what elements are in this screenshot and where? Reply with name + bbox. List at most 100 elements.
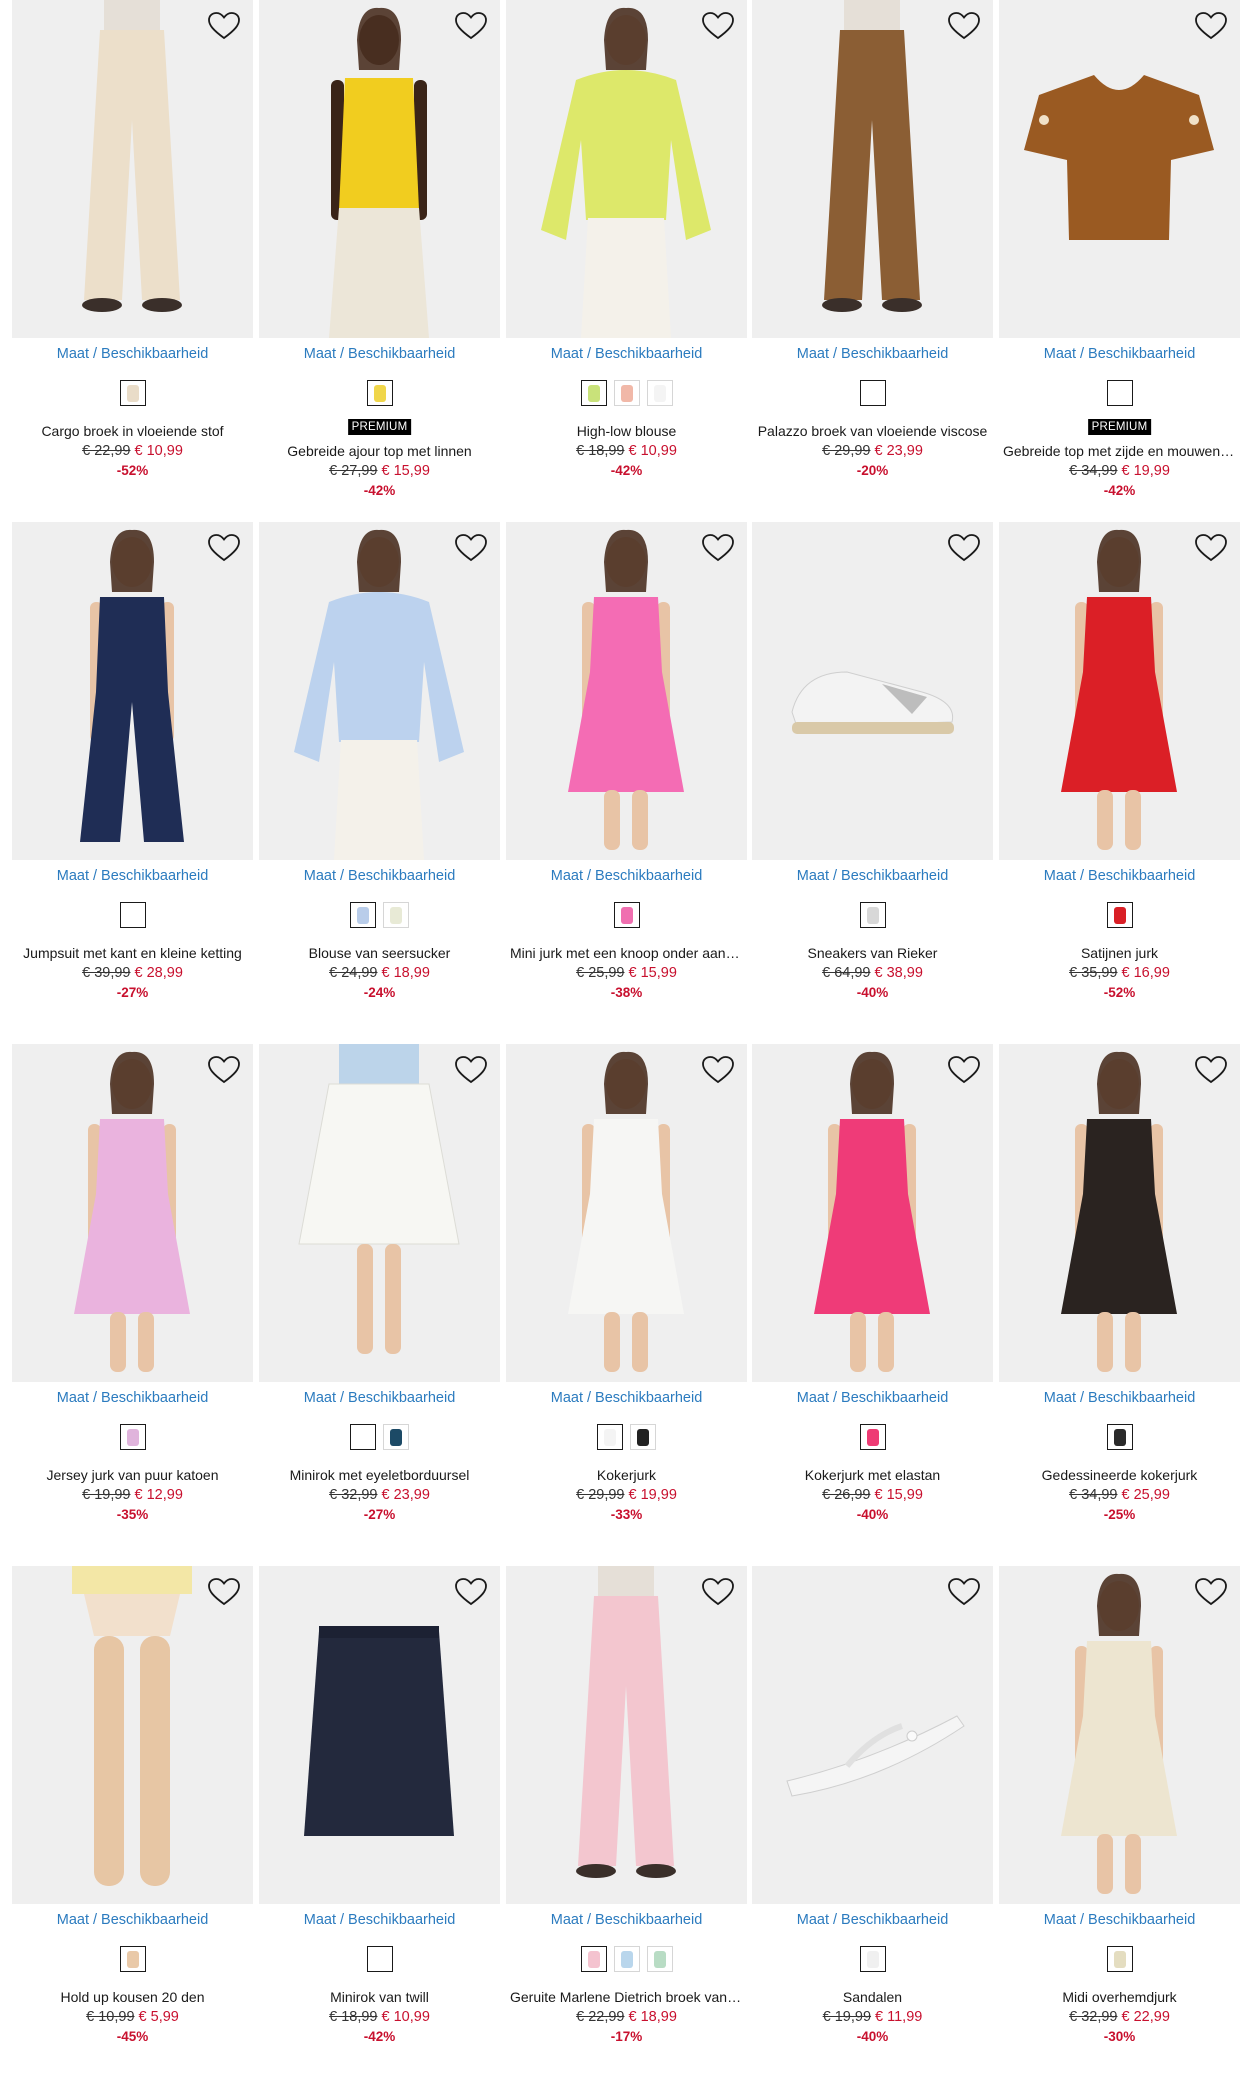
product-card[interactable]: Maat / Beschikbaarheid Jersey jurk van pu… (12, 1044, 253, 1544)
product-image[interactable] (506, 1566, 747, 1904)
product-name[interactable]: Sandalen (756, 1989, 989, 2005)
product-name[interactable]: Hold up kousen 20 den (16, 1989, 249, 2005)
wishlist-heart-icon[interactable] (454, 11, 488, 41)
size-availability-link[interactable]: Maat / Beschikbaarheid (259, 868, 500, 884)
product-image[interactable] (752, 0, 993, 338)
product-card[interactable]: Maat / Beschikbaarheid Cargo broek in vlo… (12, 0, 253, 500)
size-availability-link[interactable]: Maat / Beschikbaarheid (999, 346, 1240, 362)
product-image[interactable] (12, 1044, 253, 1382)
color-swatch[interactable] (859, 902, 886, 928)
product-name[interactable]: Gedessineerde kokerjurk (1003, 1467, 1236, 1483)
color-swatch[interactable] (580, 380, 607, 406)
product-image[interactable] (259, 1566, 500, 1904)
product-name[interactable]: Blouse van seersucker (263, 945, 496, 961)
product-card[interactable]: Maat / Beschikbaarheid PREMIUM Gebreide aj… (259, 0, 500, 500)
product-image[interactable] (999, 1044, 1240, 1382)
size-availability-link[interactable]: Maat / Beschikbaarheid (999, 1390, 1240, 1406)
product-image[interactable] (259, 1044, 500, 1382)
color-swatch[interactable] (859, 1946, 886, 1972)
product-name[interactable]: High-low blouse (510, 423, 743, 439)
color-swatch[interactable] (1106, 902, 1133, 928)
size-availability-link[interactable]: Maat / Beschikbaarheid (506, 868, 747, 884)
wishlist-heart-icon[interactable] (454, 1055, 488, 1085)
size-availability-link[interactable]: Maat / Beschikbaarheid (12, 868, 253, 884)
product-card[interactable]: Maat / Beschikbaarheid Mini jurk met een … (506, 522, 747, 1022)
size-availability-link[interactable]: Maat / Beschikbaarheid (506, 1912, 747, 1928)
wishlist-heart-icon[interactable] (207, 11, 241, 41)
size-availability-link[interactable]: Maat / Beschikbaarheid (259, 1912, 500, 1928)
color-swatch[interactable] (119, 1424, 146, 1450)
product-image[interactable] (752, 1566, 993, 1904)
product-image[interactable] (752, 1044, 993, 1382)
size-availability-link[interactable]: Maat / Beschikbaarheid (752, 868, 993, 884)
wishlist-heart-icon[interactable] (1194, 11, 1228, 41)
color-swatch[interactable] (630, 1424, 656, 1450)
wishlist-heart-icon[interactable] (1194, 1055, 1228, 1085)
product-name[interactable]: Mini jurk met een knoop onder aan de hal… (510, 945, 743, 961)
color-swatch[interactable] (366, 1946, 393, 1972)
wishlist-heart-icon[interactable] (1194, 1577, 1228, 1607)
wishlist-heart-icon[interactable] (701, 11, 735, 41)
product-image[interactable] (12, 522, 253, 860)
wishlist-heart-icon[interactable] (701, 533, 735, 563)
size-availability-link[interactable]: Maat / Beschikbaarheid (752, 346, 993, 362)
color-swatch[interactable] (119, 380, 146, 406)
size-availability-link[interactable]: Maat / Beschikbaarheid (752, 1912, 993, 1928)
product-name[interactable]: Palazzo broek van vloeiende viscose (756, 423, 989, 439)
product-card[interactable]: Maat / Beschikbaarheid Sneakers van Rieke… (752, 522, 993, 1022)
product-card[interactable]: Maat / Beschikbaarheid Midi overhemdjurk €… (999, 1566, 1240, 2066)
color-swatch[interactable] (580, 1946, 607, 1972)
product-name[interactable]: Midi overhemdjurk (1003, 1989, 1236, 2005)
wishlist-heart-icon[interactable] (207, 1055, 241, 1085)
size-availability-link[interactable]: Maat / Beschikbaarheid (259, 1390, 500, 1406)
wishlist-heart-icon[interactable] (454, 533, 488, 563)
color-swatch[interactable] (383, 902, 409, 928)
color-swatch[interactable] (613, 380, 640, 406)
product-image[interactable] (999, 1566, 1240, 1904)
wishlist-heart-icon[interactable] (701, 1055, 735, 1085)
size-availability-link[interactable]: Maat / Beschikbaarheid (752, 1390, 993, 1406)
wishlist-heart-icon[interactable] (701, 1577, 735, 1607)
wishlist-heart-icon[interactable] (947, 533, 981, 563)
product-image[interactable] (752, 522, 993, 860)
size-availability-link[interactable]: Maat / Beschikbaarheid (259, 346, 500, 362)
product-image[interactable] (12, 0, 253, 338)
wishlist-heart-icon[interactable] (947, 1055, 981, 1085)
size-availability-link[interactable]: Maat / Beschikbaarheid (999, 868, 1240, 884)
color-swatch[interactable] (859, 1424, 886, 1450)
product-card[interactable]: Maat / Beschikbaarheid Blouse van seersuc… (259, 522, 500, 1022)
product-card[interactable]: Maat / Beschikbaarheid Kokerjurk € 29,99 € … (506, 1044, 747, 1544)
product-image[interactable] (259, 0, 500, 338)
product-card[interactable]: Maat / Beschikbaarheid Satijnen jurk € 35,… (999, 522, 1240, 1022)
color-swatch[interactable] (859, 380, 886, 406)
product-image[interactable] (506, 522, 747, 860)
product-card[interactable]: Maat / Beschikbaarheid PREMIUM Gebreide to… (999, 0, 1240, 500)
color-swatch[interactable] (350, 1424, 376, 1450)
color-swatch[interactable] (119, 902, 146, 928)
product-image[interactable] (999, 522, 1240, 860)
color-swatch[interactable] (1106, 1424, 1133, 1450)
product-name[interactable]: Cargo broek in vloeiende stof (16, 423, 249, 439)
wishlist-heart-icon[interactable] (947, 11, 981, 41)
color-swatch[interactable] (613, 902, 640, 928)
color-swatch[interactable] (1106, 1946, 1133, 1972)
wishlist-heart-icon[interactable] (1194, 533, 1228, 563)
color-swatch[interactable] (366, 380, 393, 406)
size-availability-link[interactable]: Maat / Beschikbaarheid (12, 346, 253, 362)
product-name[interactable]: Minirok van twill (263, 1989, 496, 2005)
product-card[interactable]: Maat / Beschikbaarheid Hold up kousen 20 … (12, 1566, 253, 2066)
product-name[interactable]: Geruite Marlene Dietrich broek van visco… (510, 1989, 743, 2005)
product-image[interactable] (999, 0, 1240, 338)
size-availability-link[interactable]: Maat / Beschikbaarheid (12, 1912, 253, 1928)
product-name[interactable]: Jumpsuit met kant en kleine ketting (16, 945, 249, 961)
wishlist-heart-icon[interactable] (207, 1577, 241, 1607)
product-card[interactable]: Maat / Beschikbaarheid High-low blouse € 1… (506, 0, 747, 500)
product-image[interactable] (506, 0, 747, 338)
product-card[interactable]: Maat / Beschikbaarheid Palazzo broek van … (752, 0, 993, 500)
product-name[interactable]: Sneakers van Rieker (756, 945, 989, 961)
product-name[interactable]: Kokerjurk met elastan (756, 1467, 989, 1483)
product-name[interactable]: Kokerjurk (510, 1467, 743, 1483)
product-name[interactable]: Gebreide top met zijde en mouwen met bor… (1003, 443, 1236, 459)
product-name[interactable]: Gebreide ajour top met linnen (263, 443, 496, 459)
wishlist-heart-icon[interactable] (947, 1577, 981, 1607)
